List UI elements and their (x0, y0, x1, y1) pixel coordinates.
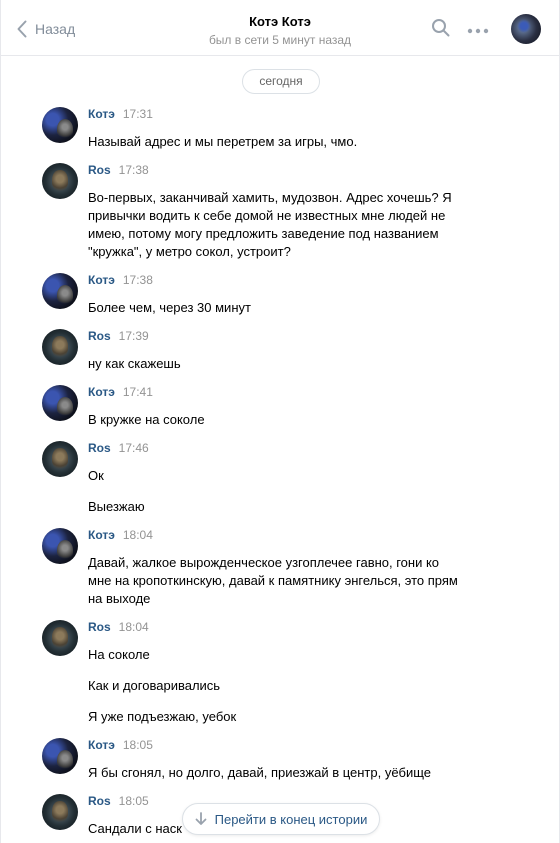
message-text: В кружке на соколе (88, 412, 205, 427)
message-text: "кружка", у метро сокол, устроит? (88, 244, 291, 259)
sender-name[interactable]: Котэ (88, 528, 115, 542)
sender-name[interactable]: Котэ (88, 273, 115, 287)
message-time[interactable]: 18:04 (123, 528, 153, 542)
message-meta: Котэ 17:31 (88, 107, 153, 123)
message-text: На соколе (88, 647, 150, 662)
sender-name[interactable]: Ros (88, 329, 111, 343)
chat-header: Назад Котэ Котэ был в сети 5 минут назад (1, 0, 559, 56)
sender-name[interactable]: Ros (88, 163, 111, 177)
message-text: Как и договаривались (88, 678, 221, 693)
message-time[interactable]: 17:39 (119, 329, 149, 343)
message-text: на выходе (88, 591, 151, 606)
message-time[interactable]: 18:04 (119, 620, 149, 634)
message-text: привычки водить к себе домой не известны… (88, 208, 446, 223)
message-meta: Котэ 17:38 (88, 273, 153, 289)
message-meta: Ros 18:04 (88, 620, 149, 636)
sender-name[interactable]: Котэ (88, 107, 115, 121)
message-time[interactable]: 17:46 (119, 441, 149, 455)
sender-avatar[interactable] (42, 163, 78, 199)
sender-avatar[interactable] (42, 794, 78, 830)
header-avatar[interactable] (511, 14, 541, 44)
message-text: имею, потому могу предложить заведение п… (88, 226, 439, 241)
sender-avatar[interactable] (42, 528, 78, 564)
sender-name[interactable]: Ros (88, 441, 111, 455)
more-dots-icon (467, 28, 489, 34)
message-time[interactable]: 18:05 (119, 794, 149, 808)
message-time[interactable]: 17:41 (123, 385, 153, 399)
message-time[interactable]: 18:05 (123, 738, 153, 752)
message-text: Называй адрес и мы перетрем за игры, чмо… (88, 134, 358, 149)
message-meta: Ros 17:39 (88, 329, 149, 345)
sender-avatar[interactable] (42, 441, 78, 477)
message-meta: Котэ 18:05 (88, 738, 153, 754)
chat-window: Назад Котэ Котэ был в сети 5 минут назад… (0, 0, 560, 843)
sender-avatar[interactable] (42, 273, 78, 309)
message-meta: Ros 17:46 (88, 441, 149, 457)
message-meta: Котэ 18:04 (88, 528, 153, 544)
sender-name[interactable]: Котэ (88, 385, 115, 399)
sender-avatar[interactable] (42, 620, 78, 656)
sender-name[interactable]: Ros (88, 794, 111, 808)
arrow-down-icon (195, 812, 207, 825)
more-button[interactable] (467, 22, 489, 40)
message-text: Я бы сгонял, но долго, давай, приезжай в… (88, 765, 432, 780)
message-text: мне на кропоткинскую, давай к памятнику … (88, 573, 458, 588)
search-icon (432, 19, 450, 37)
message-text: Во-первых, заканчивай хамить, мудозвон. … (88, 190, 452, 205)
message-text: Ок (88, 468, 104, 483)
message-time[interactable]: 17:31 (123, 107, 153, 121)
message-text: Выезжаю (88, 499, 145, 514)
message-text: Давай, жалкое вырожденческое узгоплечее … (88, 555, 440, 570)
message-text: Более чем, через 30 минут (88, 300, 251, 315)
sender-avatar[interactable] (42, 738, 78, 774)
sender-name[interactable]: Котэ (88, 738, 115, 752)
sender-name[interactable]: Ros (88, 620, 111, 634)
jump-to-end-label: Перейти в конец истории (214, 811, 368, 827)
sender-avatar[interactable] (42, 107, 78, 143)
message-meta: Котэ 17:41 (88, 385, 153, 401)
sender-avatar[interactable] (42, 385, 78, 421)
jump-to-end-button[interactable]: Перейти в конец истории (182, 803, 380, 835)
sender-avatar[interactable] (42, 329, 78, 365)
message-meta: Ros 17:38 (88, 163, 149, 179)
search-button[interactable] (431, 18, 451, 43)
message-meta: Ros 18:05 (88, 794, 149, 810)
message-time[interactable]: 17:38 (123, 273, 153, 287)
message-text: Я уже подъезжаю, уебок (88, 709, 237, 724)
message-time[interactable]: 17:38 (119, 163, 149, 177)
message-text: ну как скажешь (88, 356, 181, 371)
date-divider: сегодня (242, 69, 320, 94)
